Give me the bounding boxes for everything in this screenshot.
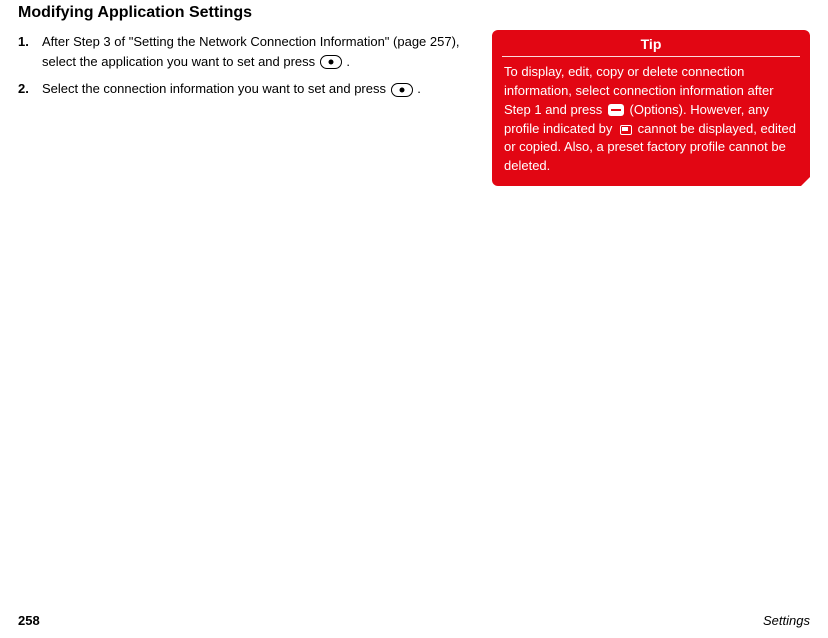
steps-column: 1. After Step 3 of "Setting the Network … xyxy=(18,32,464,107)
step-2-pre: Select the connection information you wa… xyxy=(42,81,390,96)
step-number: 2. xyxy=(18,79,36,99)
tip-body: To display, edit, copy or delete connect… xyxy=(492,63,810,176)
softkey-icon xyxy=(608,104,624,116)
step-2-post: . xyxy=(417,81,421,96)
step-1: 1. After Step 3 of "Setting the Network … xyxy=(18,32,464,71)
step-number: 1. xyxy=(18,32,36,52)
section-name: Settings xyxy=(763,613,810,628)
step-text: Select the connection information you wa… xyxy=(42,79,464,99)
step-2: 2. Select the connection information you… xyxy=(18,79,464,99)
center-key-icon xyxy=(320,55,342,69)
tip-title: Tip xyxy=(492,30,810,56)
page-footer: 258 Settings xyxy=(18,613,810,628)
step-text: After Step 3 of "Setting the Network Con… xyxy=(42,32,464,71)
locked-profile-icon xyxy=(618,123,632,135)
step-1-post: . xyxy=(346,54,350,69)
step-1-pre: After Step 3 of "Setting the Network Con… xyxy=(42,34,460,69)
center-key-icon xyxy=(391,83,413,97)
tip-divider xyxy=(502,56,800,57)
page-number: 258 xyxy=(18,613,40,628)
tip-box: Tip To display, edit, copy or delete con… xyxy=(492,30,810,186)
page-title: Modifying Application Settings xyxy=(18,4,810,22)
